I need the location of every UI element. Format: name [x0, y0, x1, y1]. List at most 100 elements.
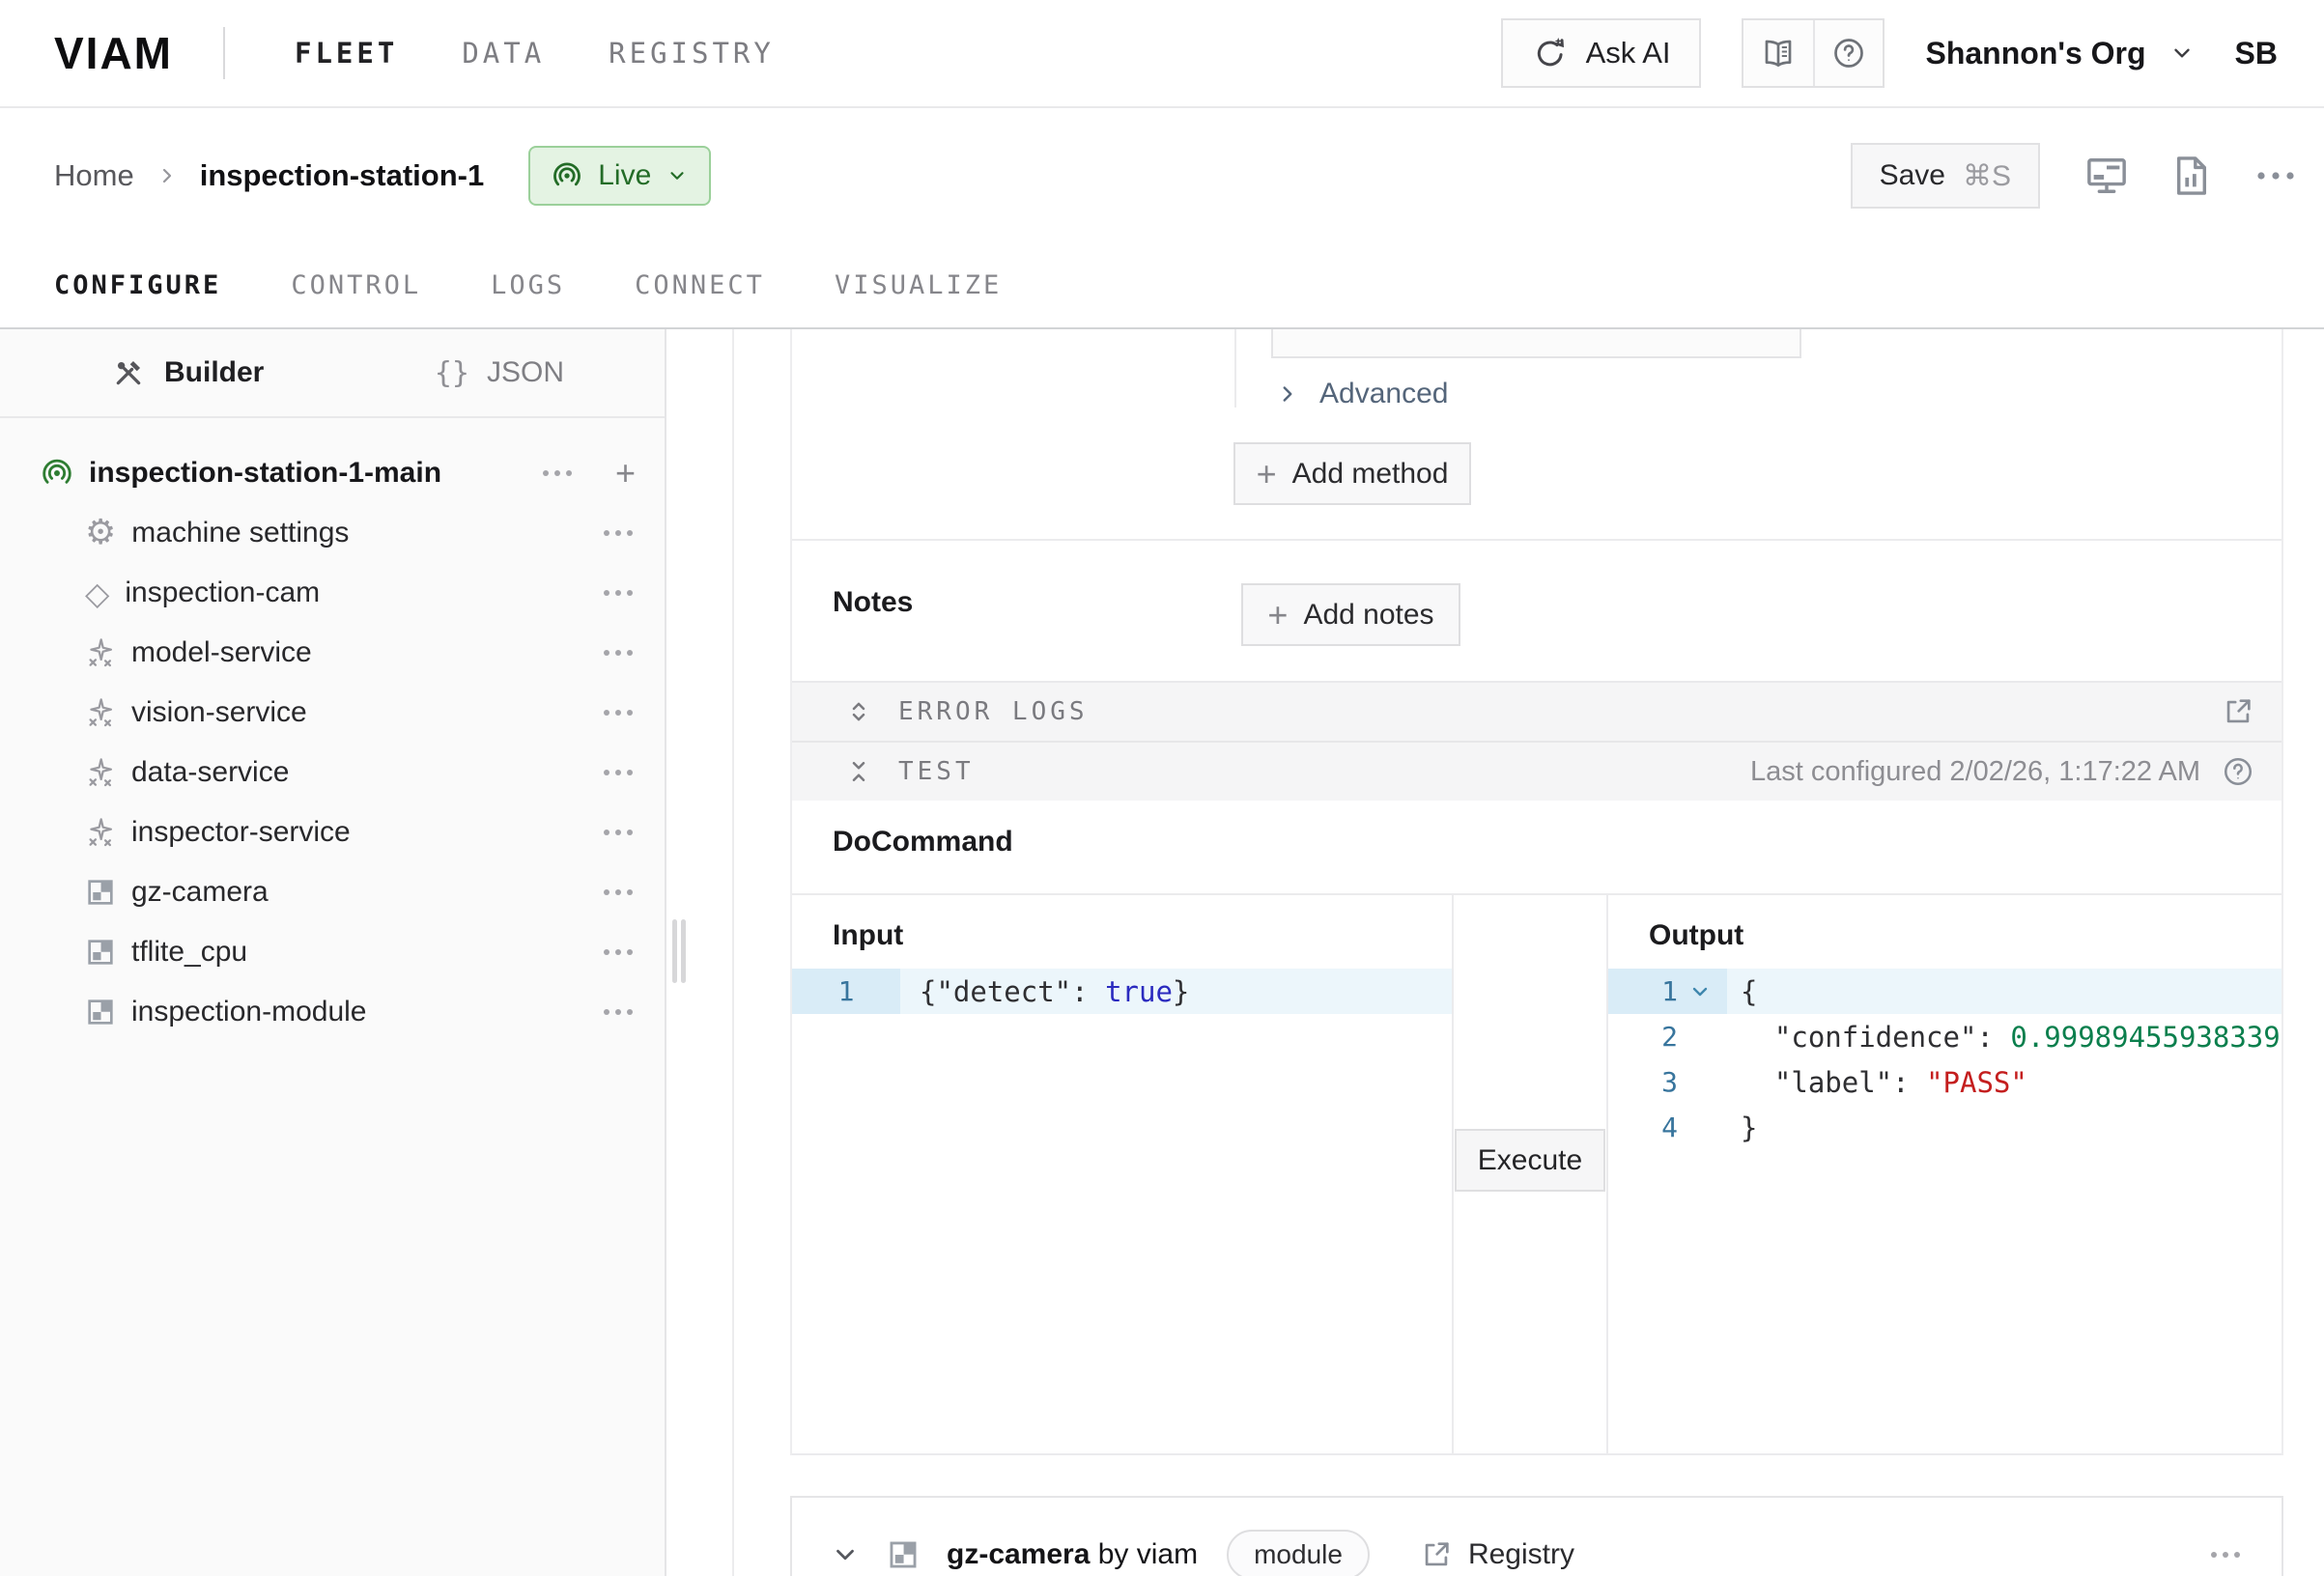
nav-item-data[interactable]: DATA: [462, 37, 545, 70]
sidebar-item-data-service[interactable]: data-service: [0, 743, 665, 802]
live-icon: [552, 160, 582, 191]
code-line[interactable]: 1{"detect": true}: [792, 969, 1452, 1014]
ellipsis-icon[interactable]: [601, 946, 636, 958]
viam-logo[interactable]: VIAM: [54, 27, 173, 79]
ellipsis-icon[interactable]: [601, 827, 636, 838]
save-button[interactable]: Save ⌘S: [1851, 143, 2040, 209]
advanced-toggle[interactable]: Advanced: [1275, 378, 1448, 410]
machine-actions: Save ⌘S: [1851, 143, 2297, 209]
viam-app: VIAM FLEET DATA REGISTRY Ask AI: [0, 0, 2324, 1576]
module-badge: module: [1227, 1530, 1370, 1576]
sidebar-item-gz-camera[interactable]: gz-camera: [0, 862, 665, 922]
fold-chevron-icon[interactable]: [1678, 980, 1721, 1003]
gear-icon: ⚙: [85, 516, 116, 550]
avatar[interactable]: SB: [2235, 36, 2278, 71]
machine-header: Home inspection-station-1 Live Save: [0, 108, 2324, 243]
header-divider: [223, 27, 225, 79]
json-mode-button[interactable]: {} JSON: [435, 356, 564, 390]
tab-visualize[interactable]: VISUALIZE: [835, 270, 1002, 300]
tab-configure[interactable]: CONFIGURE: [54, 270, 221, 300]
indent-guide: [1234, 329, 1236, 408]
breadcrumb-home[interactable]: Home: [54, 158, 134, 193]
sidebar-item-tflite-cpu[interactable]: tflite_cpu: [0, 922, 665, 982]
sidebar-resize-handle[interactable]: [666, 329, 734, 1576]
machine-monitor-button[interactable]: [2084, 155, 2129, 196]
ellipsis-icon[interactable]: [601, 587, 636, 599]
external-link-icon[interactable]: [1420, 1538, 1453, 1571]
help-circle-icon[interactable]: [2222, 755, 2254, 788]
nav-item-fleet[interactable]: FLEET: [295, 37, 398, 70]
docommand-input-panel: Input 1{"detect": true}: [792, 895, 1454, 1453]
ellipsis-icon[interactable]: [601, 1006, 636, 1018]
external-link-icon[interactable]: [2222, 695, 2254, 728]
add-notes-button[interactable]: + Add notes: [1241, 583, 1460, 646]
tab-logs[interactable]: LOGS: [491, 270, 565, 300]
ellipsis-icon[interactable]: [601, 707, 636, 718]
code-line[interactable]: 2 "confidence": 0.9998945593833923,: [1608, 1014, 2281, 1059]
code-text: "confidence": 0.9998945593833923,: [1727, 1021, 2281, 1054]
input-editor[interactable]: 1{"detect": true}: [792, 969, 1452, 1014]
report-button[interactable]: [2173, 154, 2210, 198]
live-status-badge[interactable]: Live: [528, 146, 711, 206]
machine-name: inspection-station-1: [200, 158, 485, 193]
docs-button[interactable]: [1743, 20, 1813, 86]
tab-control[interactable]: CONTROL: [291, 270, 421, 300]
module-icon: [887, 1538, 920, 1571]
tab-connect[interactable]: CONNECT: [635, 270, 765, 300]
line-number: 4: [1608, 1105, 1727, 1150]
add-method-button[interactable]: + Add method: [1233, 442, 1471, 505]
module-icon: [85, 997, 116, 1027]
configure-content: Builder {} JSON inspection-station-1-mai…: [0, 329, 2324, 1576]
more-menu-button[interactable]: [2254, 169, 2297, 183]
sidebar-item-model-service[interactable]: model-service: [0, 623, 665, 683]
method-field-partial[interactable]: [1271, 329, 1801, 358]
config-sidebar: Builder {} JSON inspection-station-1-mai…: [0, 329, 666, 1576]
test-section-header[interactable]: TEST Last configured 2/02/26, 1:17:22 AM: [792, 741, 2281, 801]
last-configured-text: Last configured 2/02/26, 1:17:22 AM: [1750, 756, 2200, 788]
tree-root-machine[interactable]: inspection-station-1-main +: [0, 443, 665, 503]
code-line[interactable]: 4}: [1608, 1105, 2281, 1150]
code-line[interactable]: 1 {: [1608, 969, 2281, 1014]
ellipsis-icon[interactable]: [540, 467, 575, 479]
builder-mode-button[interactable]: Builder: [112, 356, 264, 389]
machine-tabs: CONFIGURE CONTROL LOGS CONNECT VISUALIZE: [0, 243, 2324, 329]
sidebar-item-inspection-cam[interactable]: ◇inspection-cam: [0, 563, 665, 623]
section-divider: [792, 539, 2281, 541]
ellipsis-icon[interactable]: [601, 886, 636, 898]
ellipsis-icon[interactable]: [601, 647, 636, 659]
add-component-button[interactable]: +: [615, 456, 636, 491]
line-number: 3: [1608, 1059, 1727, 1105]
ellipsis-icon[interactable]: [601, 767, 636, 778]
ask-ai-icon: [1532, 35, 1569, 71]
execute-button[interactable]: Execute: [1455, 1129, 1605, 1192]
sidebar-item-vision-service[interactable]: vision-service: [0, 683, 665, 743]
org-switcher[interactable]: Shannon's Org: [1925, 36, 2194, 71]
fold-icon: [844, 757, 873, 786]
sidebar-item-inspection-module[interactable]: inspection-module: [0, 982, 665, 1042]
sidebar-item-label: inspection-cam: [125, 577, 320, 609]
chevron-right-icon: [1275, 381, 1300, 407]
sidebar-item-inspector-service[interactable]: inspector-service: [0, 802, 665, 862]
output-editor[interactable]: 1 {2 "confidence": 0.9998945593833923,3 …: [1608, 969, 2281, 1150]
help-button[interactable]: [1813, 20, 1883, 86]
nav-item-registry[interactable]: REGISTRY: [609, 37, 775, 70]
report-file-icon: [2173, 154, 2210, 198]
code-line[interactable]: 3 "label": "PASS": [1608, 1059, 2281, 1105]
ellipsis-icon[interactable]: [601, 527, 636, 539]
sidebar-item-machine-settings[interactable]: ⚙machine settings: [0, 503, 665, 563]
docommand-panels: Input 1{"detect": true} Execute Output 1…: [792, 893, 2281, 1455]
ask-ai-label: Ask AI: [1586, 36, 1671, 70]
unfold-icon: [844, 697, 873, 726]
service-config-card: Advanced + Add method Notes + Add notes: [790, 329, 2283, 1455]
sparkles-icon: [85, 817, 116, 848]
code-text: {: [1727, 975, 1757, 1008]
registry-link[interactable]: Registry: [1468, 1538, 1574, 1571]
error-logs-section[interactable]: ERROR LOGS: [792, 681, 2281, 741]
save-label: Save: [1880, 159, 1945, 192]
chevron-down-icon[interactable]: [831, 1540, 860, 1569]
module-more-button[interactable]: [2208, 1549, 2243, 1561]
docommand-output-panel: Output 1 {2 "confidence": 0.999894559383…: [1608, 895, 2281, 1453]
add-notes-label: Add notes: [1303, 599, 1433, 632]
add-method-label: Add method: [1292, 458, 1449, 491]
ask-ai-button[interactable]: Ask AI: [1501, 18, 1702, 88]
